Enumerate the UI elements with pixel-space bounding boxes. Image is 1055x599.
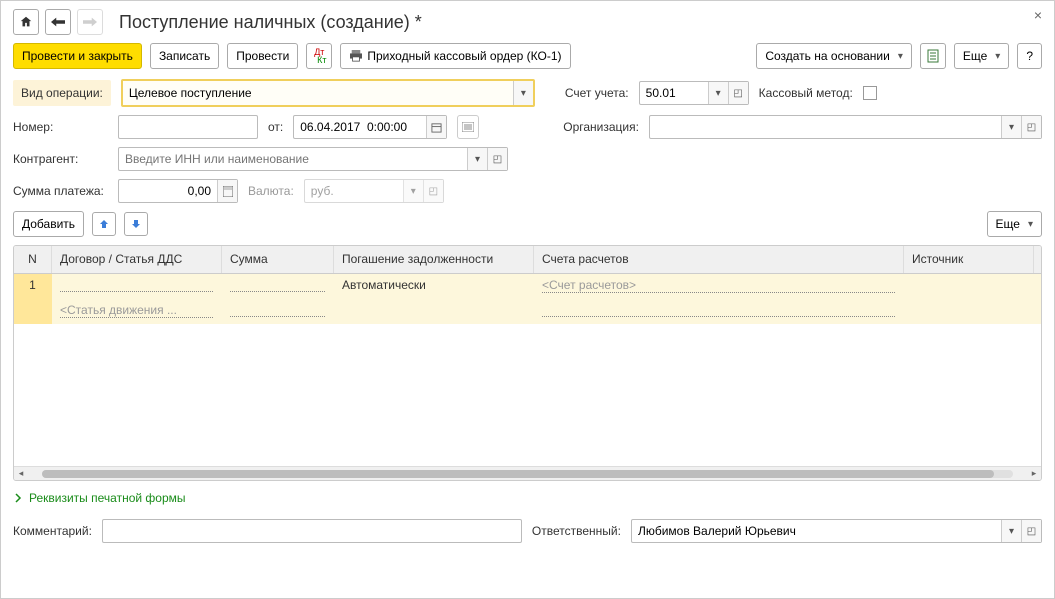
dtkt-icon: Дт Кт bbox=[312, 48, 326, 64]
amount-input[interactable] bbox=[119, 180, 217, 202]
print-ko1-label: Приходный кассовый ордер (КО-1) bbox=[367, 49, 561, 63]
comment-label: Комментарий: bbox=[13, 524, 92, 538]
chevron-right-icon bbox=[13, 493, 23, 503]
op-type-field[interactable]: ▾ bbox=[121, 79, 535, 107]
arrow-right-icon bbox=[83, 17, 97, 27]
arrow-left-icon bbox=[51, 17, 65, 27]
print-ko1-button[interactable]: Приходный кассовый ордер (КО-1) bbox=[340, 43, 570, 69]
account-input[interactable] bbox=[640, 82, 708, 104]
back-button[interactable] bbox=[45, 9, 71, 35]
table-more-label: Еще bbox=[996, 217, 1020, 231]
post-and-close-button[interactable]: Провести и закрыть bbox=[13, 43, 142, 69]
cash-method-checkbox[interactable] bbox=[863, 86, 877, 100]
dtkt-button[interactable]: Дт Кт bbox=[306, 43, 332, 69]
date-input[interactable] bbox=[294, 116, 426, 138]
counterparty-label: Контрагент: bbox=[13, 152, 108, 166]
comment-field[interactable] bbox=[102, 519, 522, 543]
print-details-link[interactable]: Реквизиты печатной формы bbox=[29, 491, 186, 505]
table-row[interactable]: <Статья движения ... bbox=[14, 299, 1041, 324]
help-button[interactable]: ? bbox=[1017, 43, 1042, 69]
responsible-label: Ответственный: bbox=[532, 524, 621, 538]
account-field[interactable]: ▾ ◰ bbox=[639, 81, 749, 105]
th-n[interactable]: N bbox=[14, 246, 52, 273]
cell-contract[interactable] bbox=[52, 274, 222, 299]
th-repay[interactable]: Погашение задолженности bbox=[334, 246, 534, 273]
th-source[interactable]: Источник bbox=[904, 246, 1034, 273]
org-field[interactable]: ▾ ◰ bbox=[649, 115, 1042, 139]
currency-input bbox=[305, 180, 403, 202]
op-type-label: Вид операции: bbox=[13, 80, 111, 106]
move-down-button[interactable] bbox=[124, 212, 148, 236]
arrow-down-icon bbox=[130, 218, 142, 230]
amount-field[interactable] bbox=[118, 179, 238, 203]
home-button[interactable] bbox=[13, 9, 39, 35]
number-input[interactable] bbox=[119, 116, 257, 138]
currency-label: Валюта: bbox=[248, 184, 294, 198]
number-label: Номер: bbox=[13, 120, 108, 134]
document-button[interactable] bbox=[920, 43, 946, 69]
cell-sum[interactable] bbox=[222, 274, 334, 299]
table-row[interactable]: 1 Автоматически <Счет расчетов> bbox=[14, 274, 1041, 299]
org-dropdown-icon[interactable]: ▾ bbox=[1001, 116, 1021, 138]
forward-button[interactable] bbox=[77, 9, 103, 35]
account-label: Счет учета: bbox=[565, 86, 629, 100]
op-type-input[interactable] bbox=[123, 81, 513, 105]
currency-open-icon: ◰ bbox=[423, 180, 443, 202]
from-label: от: bbox=[268, 120, 283, 134]
counterparty-dropdown-icon[interactable]: ▾ bbox=[467, 148, 487, 170]
currency-dropdown-icon: ▾ bbox=[403, 180, 423, 202]
th-contract[interactable]: Договор / Статья ДДС bbox=[52, 246, 222, 273]
move-up-button[interactable] bbox=[92, 212, 116, 236]
add-row-button[interactable]: Добавить bbox=[13, 211, 84, 237]
save-button[interactable]: Записать bbox=[150, 43, 219, 69]
account-open-icon[interactable]: ◰ bbox=[728, 82, 748, 104]
org-input[interactable] bbox=[650, 116, 1001, 138]
cell-n: 1 bbox=[14, 274, 52, 299]
document-icon bbox=[927, 49, 939, 63]
cell-source[interactable] bbox=[904, 274, 1034, 299]
date-field[interactable] bbox=[293, 115, 447, 139]
cash-method-label: Кассовый метод: bbox=[759, 86, 853, 100]
calendar-icon[interactable] bbox=[426, 116, 446, 138]
th-sum[interactable]: Сумма bbox=[222, 246, 334, 273]
th-accounts[interactable]: Счета расчетов bbox=[534, 246, 904, 273]
responsible-input[interactable] bbox=[632, 520, 1001, 542]
horizontal-scrollbar[interactable]: ◂ ▸ bbox=[14, 466, 1041, 480]
more-label: Еще bbox=[963, 49, 987, 63]
create-based-label: Создать на основании bbox=[765, 49, 890, 63]
op-type-dropdown-icon[interactable]: ▾ bbox=[513, 81, 533, 105]
org-label: Организация: bbox=[563, 120, 639, 134]
table-more-button[interactable]: Еще bbox=[987, 211, 1042, 237]
cell-dds[interactable]: <Статья движения ... bbox=[52, 299, 222, 324]
org-open-icon[interactable]: ◰ bbox=[1021, 116, 1041, 138]
cell-repay[interactable]: Автоматически bbox=[334, 274, 534, 299]
responsible-open-icon[interactable]: ◰ bbox=[1021, 520, 1041, 542]
printer-icon bbox=[349, 50, 363, 62]
arrow-up-icon bbox=[98, 218, 110, 230]
number-field[interactable] bbox=[118, 115, 258, 139]
counterparty-field[interactable]: ▾ ◰ bbox=[118, 147, 508, 171]
cell-accounts[interactable]: <Счет расчетов> bbox=[534, 274, 904, 299]
responsible-dropdown-icon[interactable]: ▾ bbox=[1001, 520, 1021, 542]
responsible-field[interactable]: ▾ ◰ bbox=[631, 519, 1042, 543]
scroll-left-icon[interactable]: ◂ bbox=[14, 468, 28, 479]
calculator-icon[interactable] bbox=[217, 180, 237, 202]
create-based-button[interactable]: Создать на основании bbox=[756, 43, 912, 69]
post-button[interactable]: Провести bbox=[227, 43, 298, 69]
account-dropdown-icon[interactable]: ▾ bbox=[708, 82, 728, 104]
payments-table: N Договор / Статья ДДС Сумма Погашение з… bbox=[13, 245, 1042, 481]
page-title: Поступление наличных (создание) * bbox=[119, 12, 422, 33]
counterparty-input[interactable] bbox=[119, 148, 467, 170]
amount-label: Сумма платежа: bbox=[13, 184, 108, 198]
counterparty-open-icon[interactable]: ◰ bbox=[487, 148, 507, 170]
currency-field: ▾ ◰ bbox=[304, 179, 444, 203]
home-icon bbox=[19, 15, 33, 29]
form-icon-button[interactable] bbox=[457, 115, 479, 139]
form-icon bbox=[462, 122, 474, 132]
comment-input[interactable] bbox=[103, 520, 521, 542]
scroll-right-icon[interactable]: ▸ bbox=[1027, 468, 1041, 479]
close-icon[interactable]: × bbox=[1034, 7, 1042, 23]
scrollbar-thumb[interactable] bbox=[42, 470, 994, 478]
more-button[interactable]: Еще bbox=[954, 43, 1009, 69]
